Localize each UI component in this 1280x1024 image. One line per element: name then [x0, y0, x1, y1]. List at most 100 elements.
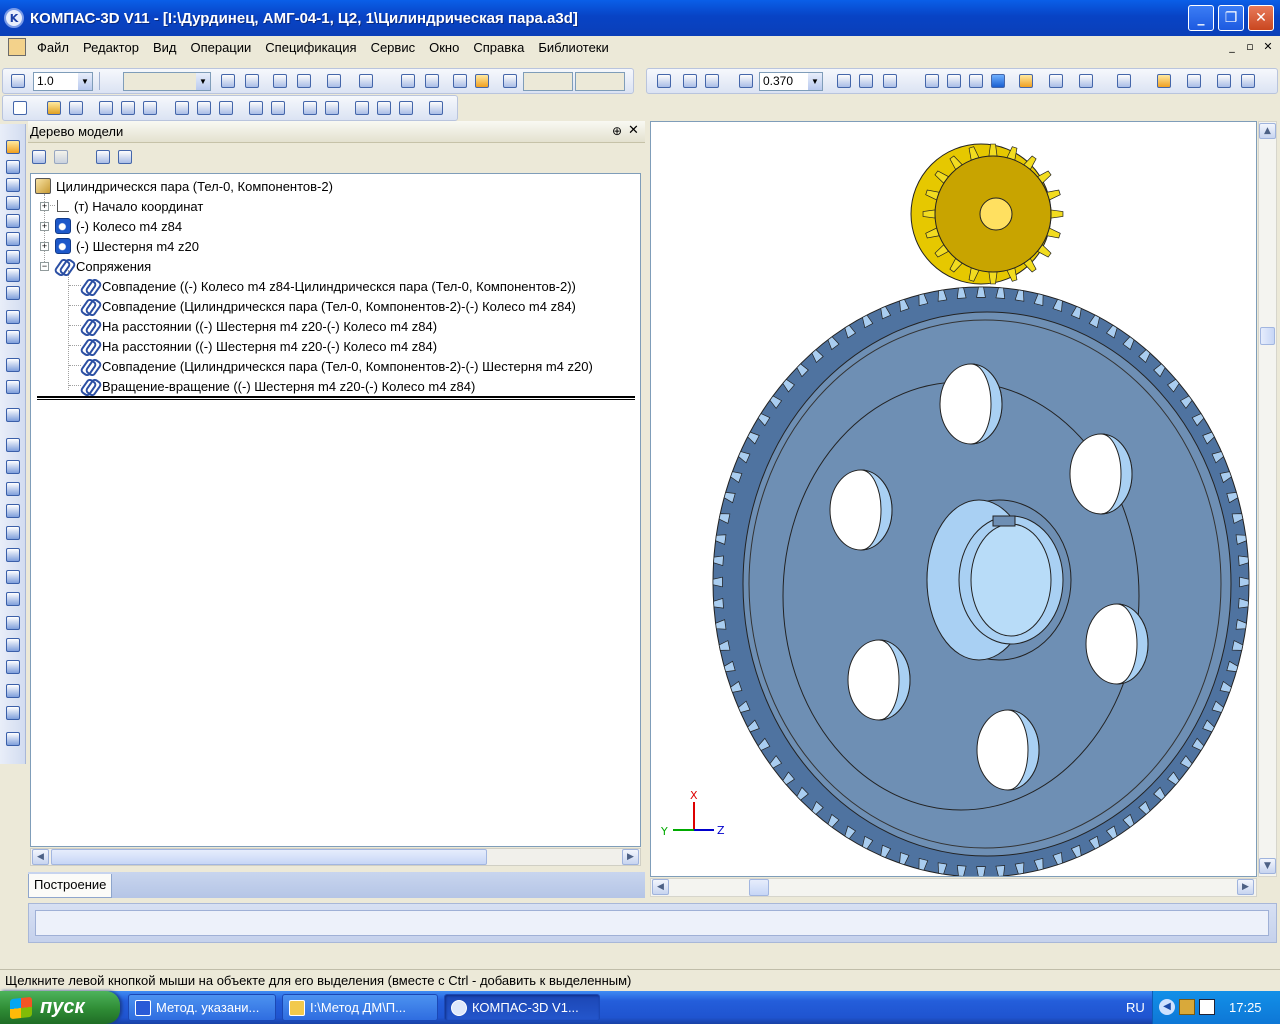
create-part-icon[interactable] — [4, 328, 22, 346]
scroll-thumb[interactable] — [51, 849, 487, 865]
taskbar-item-kompas[interactable]: КОМПАС-3D V1... — [444, 994, 600, 1021]
minimize-button[interactable]: _ — [1188, 5, 1214, 31]
redo-icon[interactable] — [323, 99, 341, 117]
network-icon[interactable] — [1179, 999, 1195, 1015]
reports-icon[interactable] — [4, 284, 22, 302]
pattern-icon[interactable] — [4, 658, 22, 676]
extrude-icon[interactable] — [4, 458, 22, 476]
orient-icon[interactable] — [325, 72, 343, 90]
language-indicator[interactable]: RU — [1126, 1000, 1145, 1015]
manager-icon[interactable] — [1215, 72, 1233, 90]
tab-construction[interactable]: Построение — [28, 874, 113, 898]
step-combo[interactable]: 1.0 ▼ — [33, 72, 93, 91]
mates-icon[interactable] — [4, 194, 22, 212]
boolean-icon[interactable] — [4, 682, 22, 700]
round-icon[interactable] — [423, 72, 441, 90]
open-icon[interactable] — [45, 99, 63, 117]
wheel-gear[interactable] — [712, 286, 1250, 877]
tree-options-icon[interactable] — [116, 148, 134, 166]
expand-icon[interactable]: + — [40, 241, 49, 251]
mirror-icon[interactable] — [4, 636, 22, 654]
document-icon[interactable] — [8, 38, 26, 56]
zoom-in-icon[interactable] — [681, 72, 699, 90]
zoom-window-icon[interactable] — [655, 72, 673, 90]
spec-icon[interactable] — [4, 266, 22, 284]
close-icon[interactable]: ✕ — [628, 123, 639, 138]
local-cs-icon[interactable] — [219, 72, 237, 90]
tree-item-pinion[interactable]: + (-) Шестерня m4 z20 — [40, 236, 199, 256]
wireframe-icon[interactable] — [923, 72, 941, 90]
shaded-edges-icon[interactable] — [1017, 72, 1035, 90]
mdi-restore-button[interactable]: ▫ — [1242, 40, 1258, 53]
array-icon[interactable] — [4, 436, 22, 454]
pan-icon[interactable] — [835, 72, 853, 90]
viewport-vertical-scrollbar[interactable]: ▲ ▼ — [1258, 121, 1277, 877]
menu-libraries[interactable]: Библиотеки — [531, 40, 615, 55]
tree-item-mates[interactable]: − Сопряжения — [40, 256, 151, 276]
tree-filter-icon[interactable] — [94, 148, 112, 166]
scroll-down-icon[interactable]: ▼ — [1259, 858, 1276, 874]
spec-object-icon[interactable] — [4, 730, 22, 748]
zoom-icon[interactable] — [737, 72, 755, 90]
chamfer-icon[interactable] — [4, 546, 22, 564]
properties-icon[interactable] — [141, 99, 159, 117]
zoom-out-icon[interactable] — [703, 72, 721, 90]
tree-root[interactable]: Цилиндрическся пара (Тел-0, Компонентов-… — [35, 176, 333, 196]
format-icon[interactable] — [247, 99, 265, 117]
rotate-icon[interactable] — [857, 72, 875, 90]
menu-file[interactable]: Файл — [30, 40, 76, 55]
scroll-left-icon[interactable]: ◀ — [652, 879, 669, 895]
menu-edit[interactable]: Редактор — [76, 40, 146, 55]
save-icon[interactable] — [67, 99, 85, 117]
tray-arrow-icon[interactable]: ◀ — [1159, 999, 1175, 1015]
mdi-close-button[interactable]: ✕ — [1260, 40, 1276, 53]
paste-icon[interactable] — [217, 99, 235, 117]
sketch-icon[interactable] — [271, 72, 289, 90]
fillet-icon[interactable] — [4, 568, 22, 586]
x-field[interactable] — [523, 72, 573, 91]
y-field[interactable] — [575, 72, 625, 91]
mdi-minimize-button[interactable]: _ — [1224, 40, 1240, 53]
chevron-down-icon[interactable]: ▼ — [196, 73, 210, 90]
scroll-right-icon[interactable]: ▶ — [622, 849, 639, 865]
select-filter-icon[interactable] — [1155, 72, 1173, 90]
ortho-icon[interactable] — [399, 72, 417, 90]
taskbar-item-folder[interactable]: I:\Метод ДМ\П... — [282, 994, 438, 1021]
media-icon[interactable] — [1199, 999, 1215, 1015]
list-icon[interactable] — [269, 99, 287, 117]
scroll-up-icon[interactable]: ▲ — [1259, 123, 1276, 139]
shaded-icon[interactable] — [989, 72, 1007, 90]
selection-filter-icon[interactable] — [4, 248, 22, 266]
cut-extrude-icon[interactable] — [4, 480, 22, 498]
mate-item[interactable]: На расстоянии ((-) Шестерня m4 z20-(-) К… — [81, 316, 437, 336]
orientation-icon[interactable] — [881, 72, 899, 90]
cut-icon[interactable] — [173, 99, 191, 117]
chevron-down-icon[interactable]: ▼ — [78, 73, 92, 90]
dimensions-icon[interactable] — [4, 212, 22, 230]
layer-combo[interactable]: ▼ — [123, 72, 211, 91]
scroll-right-icon[interactable]: ▶ — [1237, 879, 1254, 895]
spatial-curves-icon[interactable] — [4, 158, 22, 176]
tree-horizontal-scrollbar[interactable]: ◀ ▶ — [30, 848, 641, 866]
fx-icon[interactable] — [397, 99, 415, 117]
grid-icon[interactable] — [357, 72, 375, 90]
taskbar-item-word[interactable]: Метод. указани... — [128, 994, 276, 1021]
revolve-icon[interactable] — [4, 524, 22, 542]
coordinates-icon[interactable] — [501, 72, 519, 90]
snap-active-icon[interactable] — [473, 72, 491, 90]
move-component-icon[interactable] — [4, 356, 22, 374]
mate-item[interactable]: Совпадение (Цилиндрическся пара (Тел-0, … — [81, 356, 593, 376]
rotate-component-icon[interactable] — [4, 378, 22, 396]
model-tree[interactable]: Цилиндрическся пара (Тел-0, Компонентов-… — [30, 173, 641, 847]
start-button[interactable]: пуск — [0, 991, 120, 1024]
new-icon[interactable] — [11, 99, 29, 117]
surfaces-icon[interactable] — [4, 176, 22, 194]
undo-icon[interactable] — [301, 99, 319, 117]
perspective-icon[interactable] — [1047, 72, 1065, 90]
hidden-lines-icon[interactable] — [945, 72, 963, 90]
menu-help[interactable]: Справка — [466, 40, 531, 55]
menu-specification[interactable]: Спецификация — [258, 40, 363, 55]
tree-structure-icon[interactable] — [30, 148, 48, 166]
filter-icon[interactable] — [1077, 72, 1095, 90]
menu-window[interactable]: Окно — [422, 40, 466, 55]
